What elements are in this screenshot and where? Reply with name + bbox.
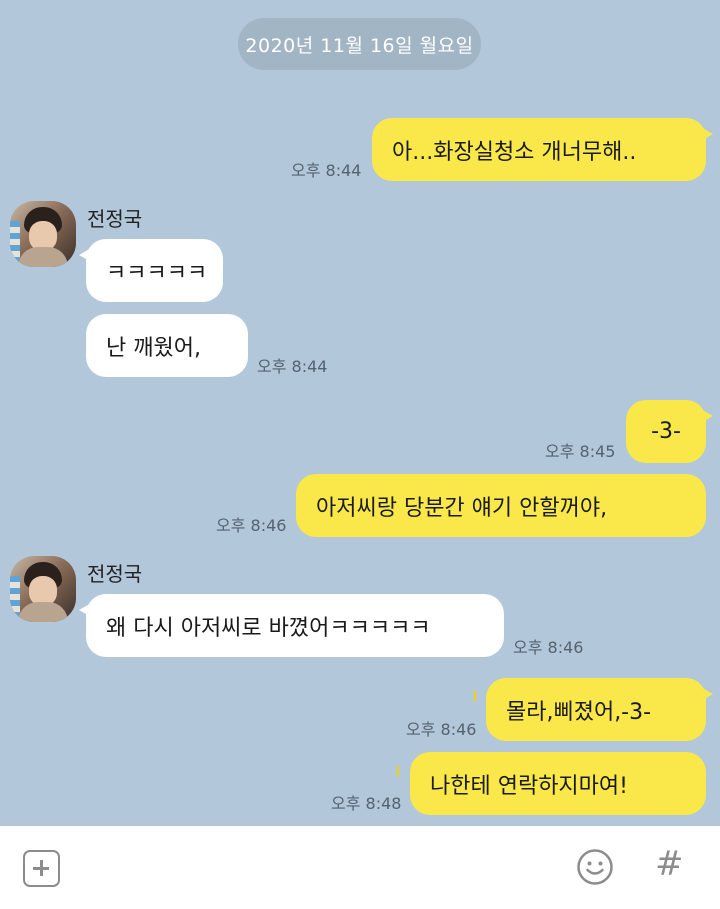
message-bubble-sent[interactable]: 아...화장실청소 개너무해..: [372, 118, 713, 181]
message-time: 오후 8:46: [406, 720, 477, 739]
unread-count-badge: [396, 765, 399, 777]
date-divider: 2020년 11월 16일 월요일: [238, 18, 481, 70]
message-time: 오후 8:44: [257, 357, 328, 376]
message-composer[interactable]: #: [0, 826, 720, 909]
sender-name: 전정국: [87, 562, 143, 586]
message-time: 오후 8:46: [216, 516, 287, 535]
smiley-icon[interactable]: [576, 848, 614, 886]
contact-avatar[interactable]: [10, 201, 76, 267]
message-bubble-received[interactable]: ㅋㅋㅋㅋㅋ: [79, 239, 223, 302]
sender-name: 전정국: [87, 207, 143, 231]
message-bubble-sent[interactable]: 나한테 연락하지마여!: [410, 752, 706, 815]
message-time: 오후 8:45: [545, 442, 616, 461]
message-bubble-sent[interactable]: 아저씨랑 당분간 얘기 안할꺼야,: [296, 474, 706, 537]
message-bubble-received[interactable]: 왜 다시 아저씨로 바꼈어ㅋㅋㅋㅋㅋ: [79, 594, 504, 657]
message-time: 오후 8:44: [291, 161, 362, 180]
message-bubble-sent[interactable]: 몰라,삐졌어,-3-: [486, 678, 713, 741]
message-time: 오후 8:46: [513, 638, 584, 657]
chat-area[interactable]: 2020년 11월 16일 월요일 오후 8:44 아...화장실청소 개너무해…: [0, 0, 720, 826]
message-bubble-received[interactable]: 난 깨웠어,: [86, 314, 248, 377]
contact-avatar[interactable]: [10, 556, 76, 622]
hashtag-search-button[interactable]: #: [655, 844, 689, 888]
message-bubble-sent[interactable]: -3-: [626, 400, 713, 463]
plus-square-icon[interactable]: [23, 850, 60, 887]
unread-count-badge: [473, 690, 476, 702]
message-time: 오후 8:48: [331, 794, 402, 813]
